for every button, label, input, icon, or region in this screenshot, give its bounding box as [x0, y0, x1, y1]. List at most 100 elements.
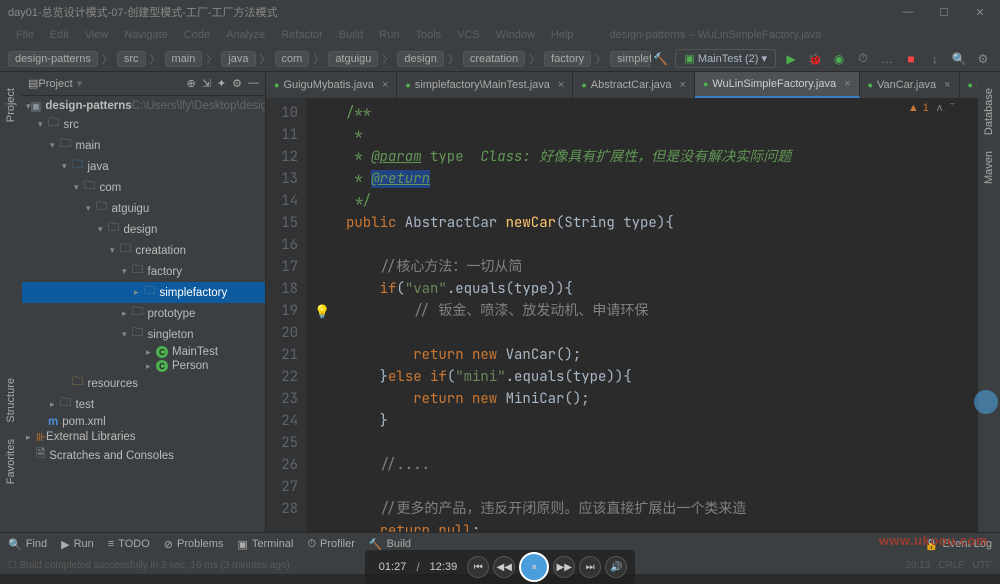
tree-creatation[interactable]: ▾🗀creatation — [22, 240, 265, 261]
left-tab-favorites[interactable]: Favorites — [3, 431, 19, 492]
close-icon[interactable]: × — [558, 79, 564, 91]
maximize-button[interactable]: ☐ — [932, 6, 956, 19]
project-panel-icon: ▤ — [28, 77, 38, 90]
menu-navigate[interactable]: Navigate — [116, 29, 175, 41]
minimize-button[interactable]: — — [896, 6, 920, 19]
stop-icon[interactable]: ■ — [902, 50, 920, 68]
hide-icon[interactable]: — — [248, 77, 259, 90]
run-config-combo[interactable]: ▣ MainTest (2) ▾ — [675, 49, 776, 68]
bb-run[interactable]: ▶ Run — [61, 538, 94, 551]
tree-com[interactable]: ▾🗀com — [22, 177, 265, 198]
bb-problems[interactable]: ⊘ Problems — [164, 538, 224, 551]
crumb-8[interactable]: factory — [544, 51, 591, 67]
tree-atguigu[interactable]: ▾🗀atguigu — [22, 198, 265, 219]
select-opened-icon[interactable]: ⊕ — [186, 77, 195, 90]
expand-icon[interactable]: ⇲ — [202, 77, 211, 90]
bb-find[interactable]: 🔍 Find — [8, 538, 47, 551]
tree-maintest[interactable]: ▸CMainTest — [22, 345, 265, 359]
menu-code[interactable]: Code — [176, 29, 218, 41]
editor-tabs[interactable]: ●GuiguMybatis.java× ●simplefactory\MainT… — [266, 72, 978, 98]
menu-tools[interactable]: Tools — [407, 29, 449, 41]
menu-run[interactable]: Run — [371, 29, 407, 41]
project-panel-title: Project — [38, 78, 72, 90]
menu-view[interactable]: View — [77, 29, 117, 41]
close-button[interactable]: ✕ — [968, 6, 992, 19]
floating-bubble[interactable] — [974, 390, 998, 414]
close-icon[interactable]: × — [844, 78, 850, 90]
inspection-badge[interactable]: ▲1 ʌˇ — [908, 102, 954, 114]
next-icon[interactable]: ˇ — [950, 102, 954, 114]
crumb-3[interactable]: java — [221, 51, 255, 67]
menu-hint: design-patterns – WuLinSimpleFactory.jav… — [602, 29, 830, 41]
hammer-icon[interactable]: 🔨 — [651, 50, 669, 68]
left-tab-structure[interactable]: Structure — [3, 370, 19, 431]
window-title: day01-总览设计模式-07-创建型模式-工厂-工厂方法模式 — [8, 4, 278, 20]
menu-window[interactable]: Window — [488, 29, 543, 41]
menu-build[interactable]: Build — [331, 29, 371, 41]
tree-pom[interactable]: mpom.xml — [22, 415, 265, 429]
profile-icon[interactable]: ⏱ — [854, 50, 872, 68]
tree-scratches[interactable]: 🗎Scratches and Consoles — [22, 445, 265, 466]
menu-analyze[interactable]: Analyze — [218, 29, 273, 41]
tree-src[interactable]: ▾🗀src — [22, 114, 265, 135]
line-sep[interactable]: CRLF — [938, 560, 964, 571]
collapse-icon[interactable]: ✦ — [217, 77, 226, 90]
left-tab-project[interactable]: Project — [3, 80, 19, 130]
tab-5[interactable]: ●MiniCar.java× — [960, 72, 979, 98]
crumb-1[interactable]: src — [117, 51, 146, 67]
settings-icon[interactable]: ⚙ — [974, 50, 992, 68]
tree-root[interactable]: ▾▣design-patterns C:\Users\lfy\Desktop\d… — [22, 98, 265, 114]
crumb-6[interactable]: design — [397, 51, 443, 67]
crumb-2[interactable]: main — [165, 51, 203, 67]
right-tab-database[interactable]: Database — [981, 80, 997, 143]
bb-todo[interactable]: ≡ TODO — [108, 538, 150, 550]
code-editor[interactable]: /** * * @param type Class: 好像具有扩展性，但是没有解… — [306, 98, 978, 532]
vcs-update-icon[interactable]: ↓ — [926, 50, 944, 68]
crumb-4[interactable]: com — [275, 51, 310, 67]
tree-singleton[interactable]: ▾🗀singleton — [22, 324, 265, 345]
status-text: ☐ Build completed successfully in 3 sec,… — [8, 560, 290, 571]
project-tree[interactable]: ▾▣design-patterns C:\Users\lfy\Desktop\d… — [22, 96, 265, 532]
coverage-icon[interactable]: ◉ — [830, 50, 848, 68]
crumb-0[interactable]: design-patterns — [8, 51, 98, 67]
tree-design[interactable]: ▾🗀design — [22, 219, 265, 240]
prev-icon[interactable]: ʌ — [937, 102, 943, 114]
close-icon[interactable]: × — [680, 79, 686, 91]
tab-0[interactable]: ●GuiguMybatis.java× — [266, 72, 397, 98]
tab-4[interactable]: ●VanCar.java× — [860, 72, 960, 98]
crumb-7[interactable]: creatation — [463, 51, 525, 67]
menu-refactor[interactable]: Refactor — [273, 29, 331, 41]
tree-prototype[interactable]: ▸🗀prototype — [22, 303, 265, 324]
menu-help[interactable]: Help — [543, 29, 582, 41]
tree-main[interactable]: ▾🗀main — [22, 135, 265, 156]
attach-icon[interactable]: … — [878, 50, 896, 68]
encoding[interactable]: UTF — [973, 560, 992, 571]
menu-file[interactable]: File — [8, 29, 42, 41]
bb-build[interactable]: 🔨 Build — [369, 538, 411, 551]
search-icon[interactable]: 🔍 — [950, 50, 968, 68]
tab-1[interactable]: ●simplefactory\MainTest.java× — [397, 72, 573, 98]
gear-icon[interactable]: ⚙ — [232, 77, 242, 90]
menu-vcs[interactable]: VCS — [449, 29, 488, 41]
tree-simplefactory[interactable]: ▸🗀simplefactory — [22, 282, 265, 303]
tree-extlib[interactable]: ▸⊪ External Libraries — [22, 429, 265, 445]
debug-icon[interactable]: 🐞 — [806, 50, 824, 68]
run-icon[interactable]: ▶ — [782, 50, 800, 68]
tree-test[interactable]: ▸🗀test — [22, 394, 265, 415]
crumb-5[interactable]: atguigu — [328, 51, 378, 67]
intention-bulb-icon[interactable]: 💡 — [314, 304, 330, 320]
tree-java[interactable]: ▾🗀java — [22, 156, 265, 177]
close-icon[interactable]: × — [382, 79, 388, 91]
tree-resources[interactable]: 🗀resources — [22, 373, 265, 394]
crumb-9[interactable]: simplefactory — [610, 51, 651, 67]
breadcrumb[interactable]: design-patterns〉 src〉 main〉 java〉 com〉 a… — [8, 51, 651, 67]
tree-factory[interactable]: ▾🗀factory — [22, 261, 265, 282]
tree-person[interactable]: ▸CPerson — [22, 359, 265, 373]
menu-edit[interactable]: Edit — [42, 29, 77, 41]
close-icon[interactable]: × — [944, 79, 950, 91]
bb-profiler[interactable]: ⏱ Profiler — [307, 538, 354, 551]
tab-2[interactable]: ●AbstractCar.java× — [573, 72, 695, 98]
tab-3[interactable]: ●WuLinSimpleFactory.java× — [695, 72, 860, 98]
bb-terminal[interactable]: ▣ Terminal — [237, 538, 293, 551]
right-tab-maven[interactable]: Maven — [981, 143, 997, 192]
